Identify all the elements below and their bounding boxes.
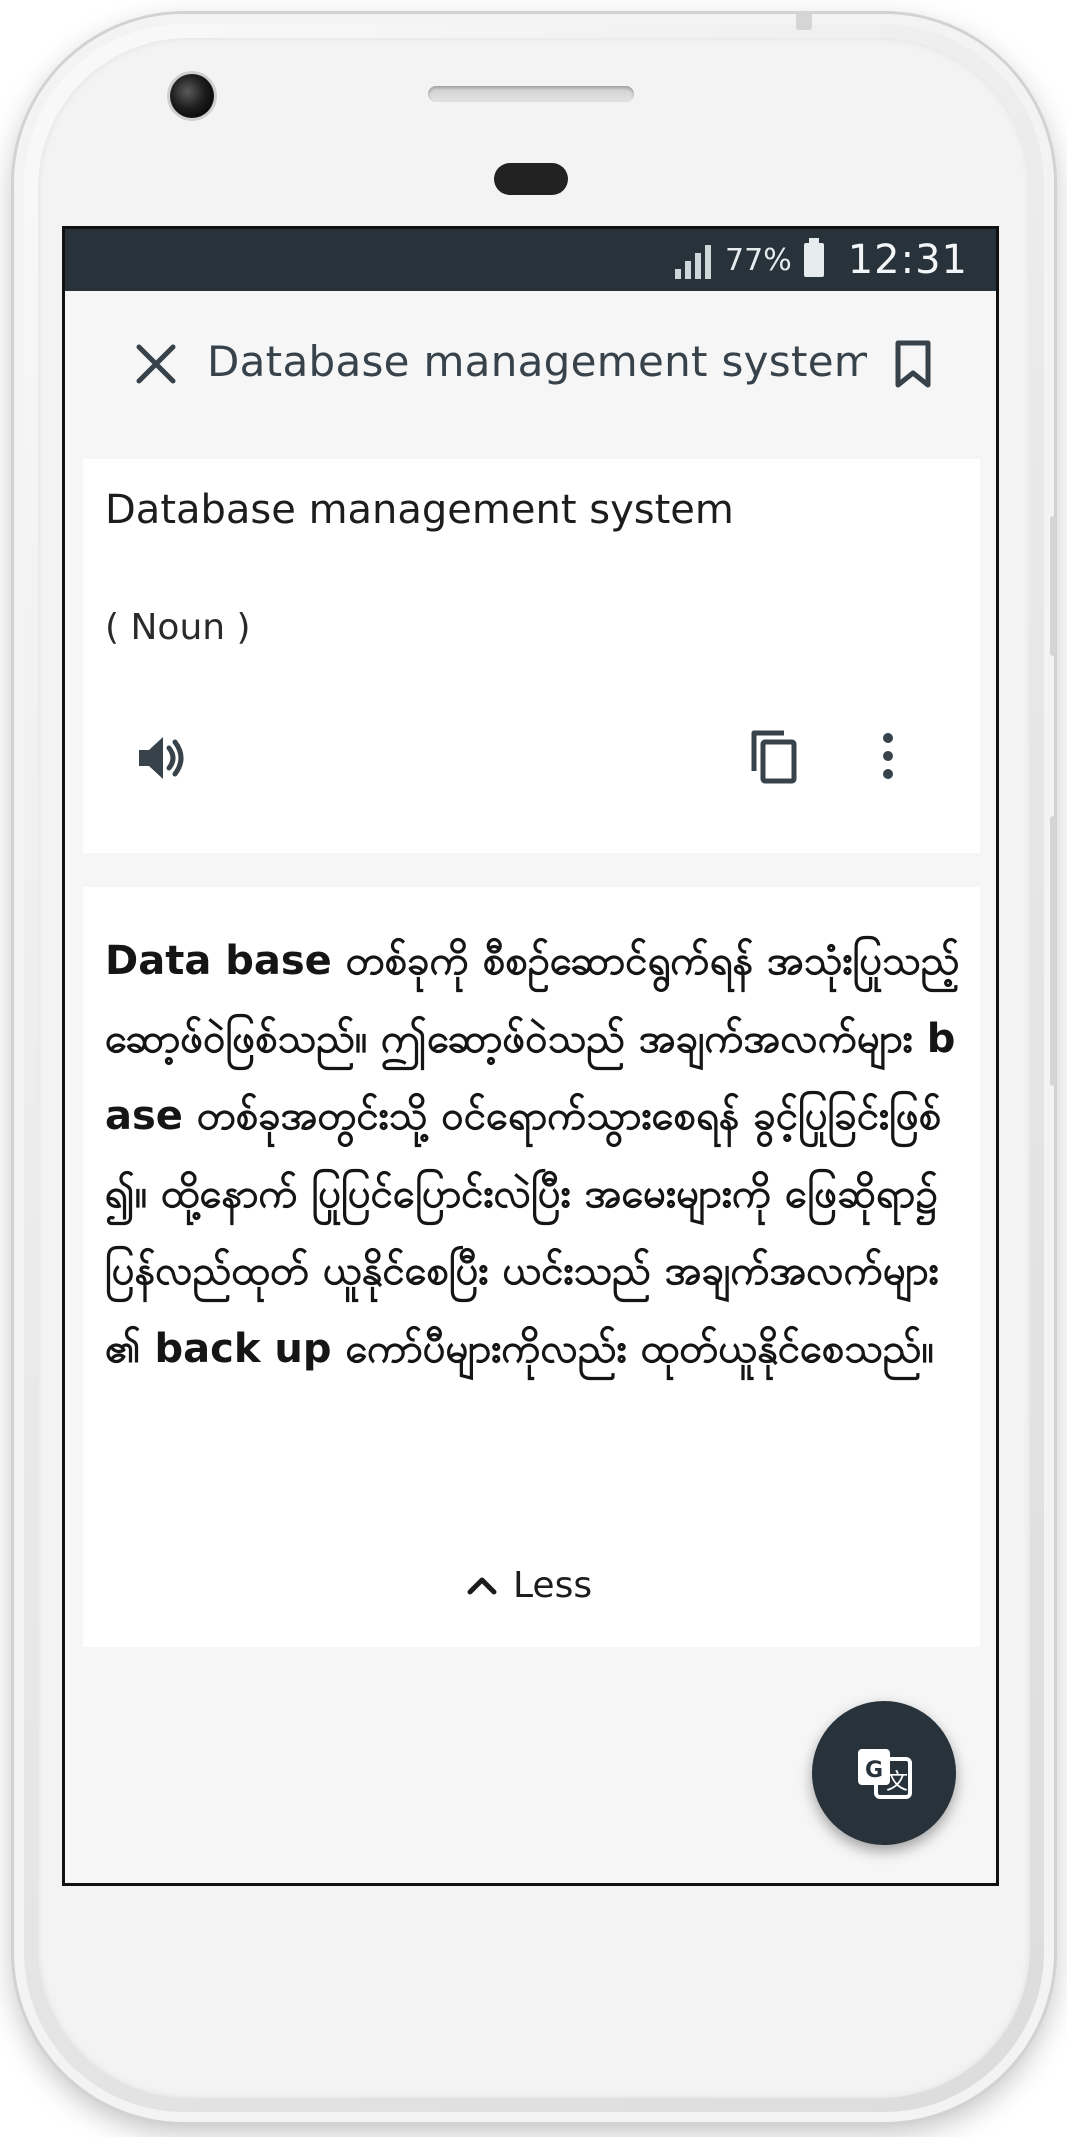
less-label: Less bbox=[513, 1564, 593, 1606]
battery-percent: 77% bbox=[725, 242, 792, 278]
word-title: Database management system bbox=[105, 487, 734, 533]
speaker-icon bbox=[139, 737, 184, 779]
svg-text:文: 文 bbox=[886, 1770, 908, 1795]
signal-icon bbox=[675, 241, 712, 279]
earpiece bbox=[494, 163, 568, 195]
bookmark-icon bbox=[895, 340, 931, 388]
copy-icon bbox=[751, 730, 797, 784]
less-button[interactable]: Less bbox=[467, 1557, 592, 1613]
top-notch-edge bbox=[796, 12, 812, 30]
phone-screen: 77% 12:31 Database management system Dat… bbox=[62, 226, 999, 1886]
power-button bbox=[1050, 816, 1056, 1086]
definition-text: Data base တစ်ခုကို စီစဉ်ဆောင်ရွက်ရန် အသု… bbox=[105, 938, 960, 1372]
app-bar-title: Database management system bbox=[207, 337, 867, 386]
status-time: 12:31 bbox=[847, 237, 968, 283]
volume-button bbox=[1050, 516, 1056, 656]
app-bar: Database management system bbox=[65, 291, 996, 437]
close-icon bbox=[136, 344, 176, 384]
translate-icon: G 文 bbox=[858, 1749, 912, 1799]
front-camera bbox=[170, 74, 214, 118]
translate-fab[interactable]: G 文 bbox=[812, 1701, 956, 1845]
close-button[interactable] bbox=[125, 333, 187, 395]
more-vert-icon bbox=[883, 733, 893, 779]
svg-text:G: G bbox=[865, 1758, 883, 1783]
copy-button[interactable] bbox=[739, 721, 809, 791]
chevron-up-icon bbox=[467, 1577, 497, 1595]
battery-icon bbox=[803, 238, 824, 277]
speaker-grill bbox=[428, 86, 634, 102]
status-bar: 77% 12:31 bbox=[65, 229, 996, 291]
word-card: Database management system ( Noun ) bbox=[83, 459, 980, 853]
part-of-speech: ( Noun ) bbox=[105, 607, 251, 648]
bookmark-button[interactable] bbox=[883, 333, 943, 395]
definition-card: Data base တစ်ခုကို စီစဉ်ဆောင်ရွက်ရန် အသု… bbox=[83, 887, 980, 1647]
more-options-button[interactable] bbox=[853, 721, 923, 791]
pronounce-button[interactable] bbox=[127, 723, 197, 793]
